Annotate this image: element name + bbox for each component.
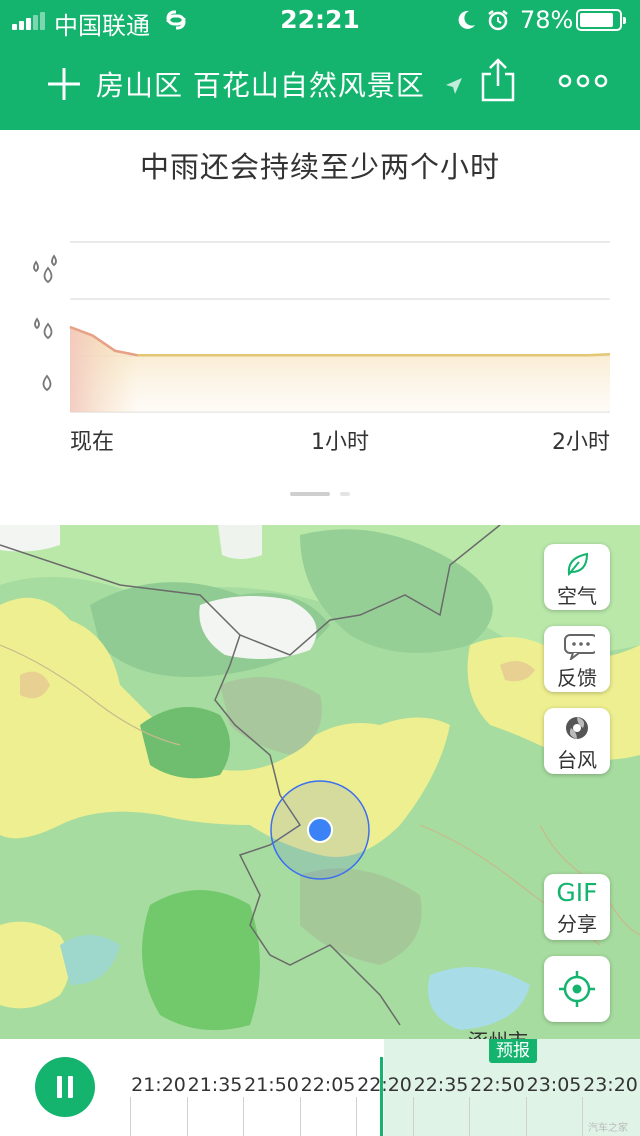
app-header: 中国联通 22:21 78% 房山区 百花山自然风景区 [0, 0, 640, 130]
forecast-badge: 预报 [489, 1039, 537, 1063]
timeline-time-label[interactable]: 22:05 [300, 1074, 356, 1096]
timeline-tick-line [299, 1097, 301, 1136]
air-quality-label: 空气 [557, 584, 597, 608]
x-label-2h: 2小时 [552, 430, 610, 455]
precipitation-chart: 现在 1小时 2小时 [0, 210, 640, 510]
precipitation-card[interactable]: 中雨还会持续至少两个小时 现在 1小时 2小时 [0, 130, 640, 525]
location-arrow-icon [446, 78, 462, 94]
timeline-tick-line [186, 1097, 188, 1136]
page-indicator [290, 492, 360, 498]
feedback-bubble-icon [564, 634, 595, 660]
gif-share-button[interactable]: GIF 分享 [544, 874, 610, 940]
location-title[interactable]: 房山区 百花山自然风景区 [96, 64, 425, 104]
alarm-clock-icon [488, 10, 508, 31]
locate-target-icon [559, 971, 595, 1007]
watermark: 汽车之家 [588, 1123, 628, 1134]
moderate-rain-drops-icon [34, 317, 53, 340]
x-label-1h: 1小时 [311, 430, 369, 455]
timeline-time-label[interactable]: 22:35 [413, 1074, 469, 1096]
forecast-headline: 中雨还会持续至少两个小时 [139, 150, 500, 184]
feedback-button[interactable]: 反馈 [544, 626, 610, 692]
user-location-dot [307, 817, 333, 843]
plus-icon[interactable] [44, 64, 84, 104]
precipitation-line [69, 325, 611, 357]
timeline-tick-line [525, 1097, 527, 1136]
locate-button[interactable] [544, 956, 610, 1022]
map-city-label: 涿州市 [468, 1025, 528, 1039]
light-rain-drop-icon [42, 374, 52, 392]
timeline-tick-line [582, 1097, 583, 1136]
heavy-rain-drops-icon [33, 254, 57, 284]
pause-button[interactable] [35, 1057, 95, 1117]
share-icon[interactable] [478, 56, 518, 104]
typhoon-button[interactable]: 台风 [544, 708, 610, 774]
more-icon[interactable] [558, 74, 608, 88]
air-quality-button[interactable]: 空气 [544, 544, 610, 610]
timeline-cursor[interactable] [380, 1057, 383, 1136]
timeline-tick-line [469, 1097, 470, 1136]
radar-map[interactable]: 涿州市 空气 反馈 台风 GIF 分享 [0, 525, 640, 1039]
timeline-time-label[interactable]: 21:20 [131, 1074, 187, 1096]
timeline-bar[interactable]: 预报 21:20 21:35 21:50 22:05 22:20 22:35 22:50 23… [0, 1039, 640, 1136]
gif-share-label: 分享 [557, 912, 597, 936]
nav-bar: 房山区 百花山自然风景区 [0, 40, 640, 130]
typhoon-label: 台风 [557, 748, 597, 772]
timeline-tick-line [243, 1097, 244, 1136]
x-label-now: 现在 [70, 430, 115, 455]
timeline-time-label[interactable]: 22:50 [470, 1074, 526, 1096]
precipitation-chart-svg [33, 241, 611, 413]
timeline-time-label[interactable]: 22:20 [357, 1074, 413, 1096]
battery-percentage: 78% [520, 6, 574, 34]
leaf-icon [567, 552, 589, 577]
battery-icon [576, 9, 626, 31]
timeline-time-label[interactable]: 21:35 [187, 1074, 243, 1096]
timeline-tick-line [356, 1097, 357, 1136]
timeline-tick-line [412, 1097, 414, 1136]
timeline-time-label[interactable]: 21:50 [244, 1074, 300, 1096]
precipitation-area [70, 327, 610, 412]
typhoon-icon [566, 717, 588, 739]
heavy-rain-area [70, 327, 138, 412]
feedback-label: 反馈 [557, 666, 597, 690]
timeline-time-label[interactable]: 23:05 [526, 1074, 582, 1096]
timeline-tick-line [130, 1097, 131, 1136]
timeline-time-label[interactable]: 23:20 [583, 1074, 639, 1096]
pause-icon [57, 1076, 62, 1098]
do-not-disturb-moon-icon [458, 10, 475, 29]
status-bar: 中国联通 22:21 78% [0, 0, 640, 40]
gif-title: GIF [556, 878, 598, 907]
